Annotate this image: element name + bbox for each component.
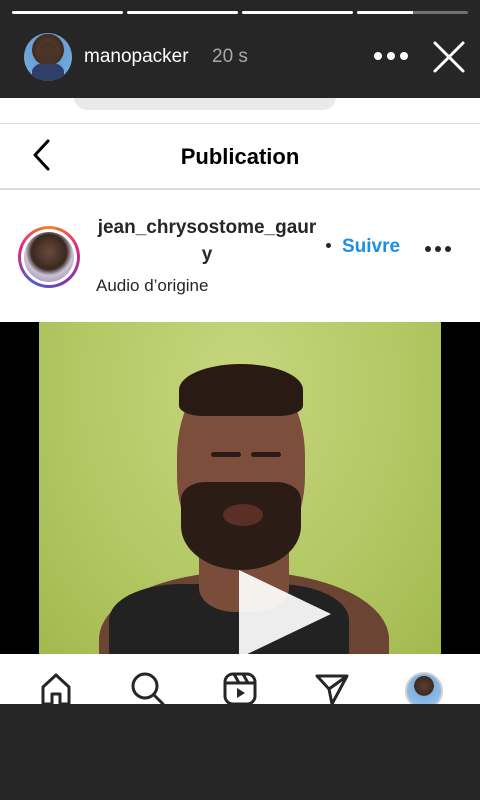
more-horizontal-icon[interactable] (425, 246, 451, 252)
home-icon[interactable] (38, 670, 74, 704)
progress-segment (357, 11, 468, 14)
video-person-beard (181, 482, 301, 570)
story-avatar[interactable] (24, 33, 72, 81)
post-nav-bar: Publication (0, 124, 480, 188)
follow-button[interactable]: Suivre (342, 236, 400, 258)
avatar-body (32, 63, 64, 81)
post-username[interactable]: jean_chrysostome_gaury (96, 214, 318, 268)
progress-segment (242, 11, 353, 14)
profile-avatar[interactable] (405, 672, 443, 704)
story-username[interactable]: manopacker (84, 46, 189, 68)
story-timestamp: 20 s (212, 46, 248, 67)
page-title: Publication (180, 144, 300, 169)
story-viewer: manopacker 20 s Publication jean_chrysos… (0, 0, 480, 800)
post-audio-label[interactable]: Audio d’origine (96, 276, 208, 296)
more-horizontal-icon[interactable] (374, 42, 408, 70)
top-pill (74, 98, 336, 110)
story-footer (0, 704, 480, 800)
bottom-tab-bar (0, 654, 480, 704)
post-video[interactable] (0, 322, 480, 654)
close-icon[interactable] (432, 40, 466, 74)
progress-segment (12, 11, 123, 14)
video-frame (39, 322, 441, 654)
avatar-image (24, 232, 74, 282)
video-person-mouth (223, 504, 263, 526)
progress-segment (127, 11, 238, 14)
search-icon[interactable] (129, 670, 165, 704)
direct-icon[interactable] (314, 670, 350, 704)
story-progress (12, 11, 468, 14)
post-header: jean_chrysostome_gaury Audio d’origine S… (0, 190, 480, 322)
shared-post-card: Publication jean_chrysostome_gaury Audio… (0, 98, 480, 704)
reels-icon[interactable] (222, 670, 258, 704)
play-icon[interactable] (239, 570, 331, 654)
video-person-eye (211, 452, 241, 457)
avatar-face (39, 41, 57, 65)
video-person-eye (251, 452, 281, 457)
separator-dot (326, 243, 331, 248)
video-person-hair (179, 364, 303, 416)
post-avatar[interactable] (18, 226, 80, 288)
story-header: manopacker 20 s (0, 22, 480, 98)
